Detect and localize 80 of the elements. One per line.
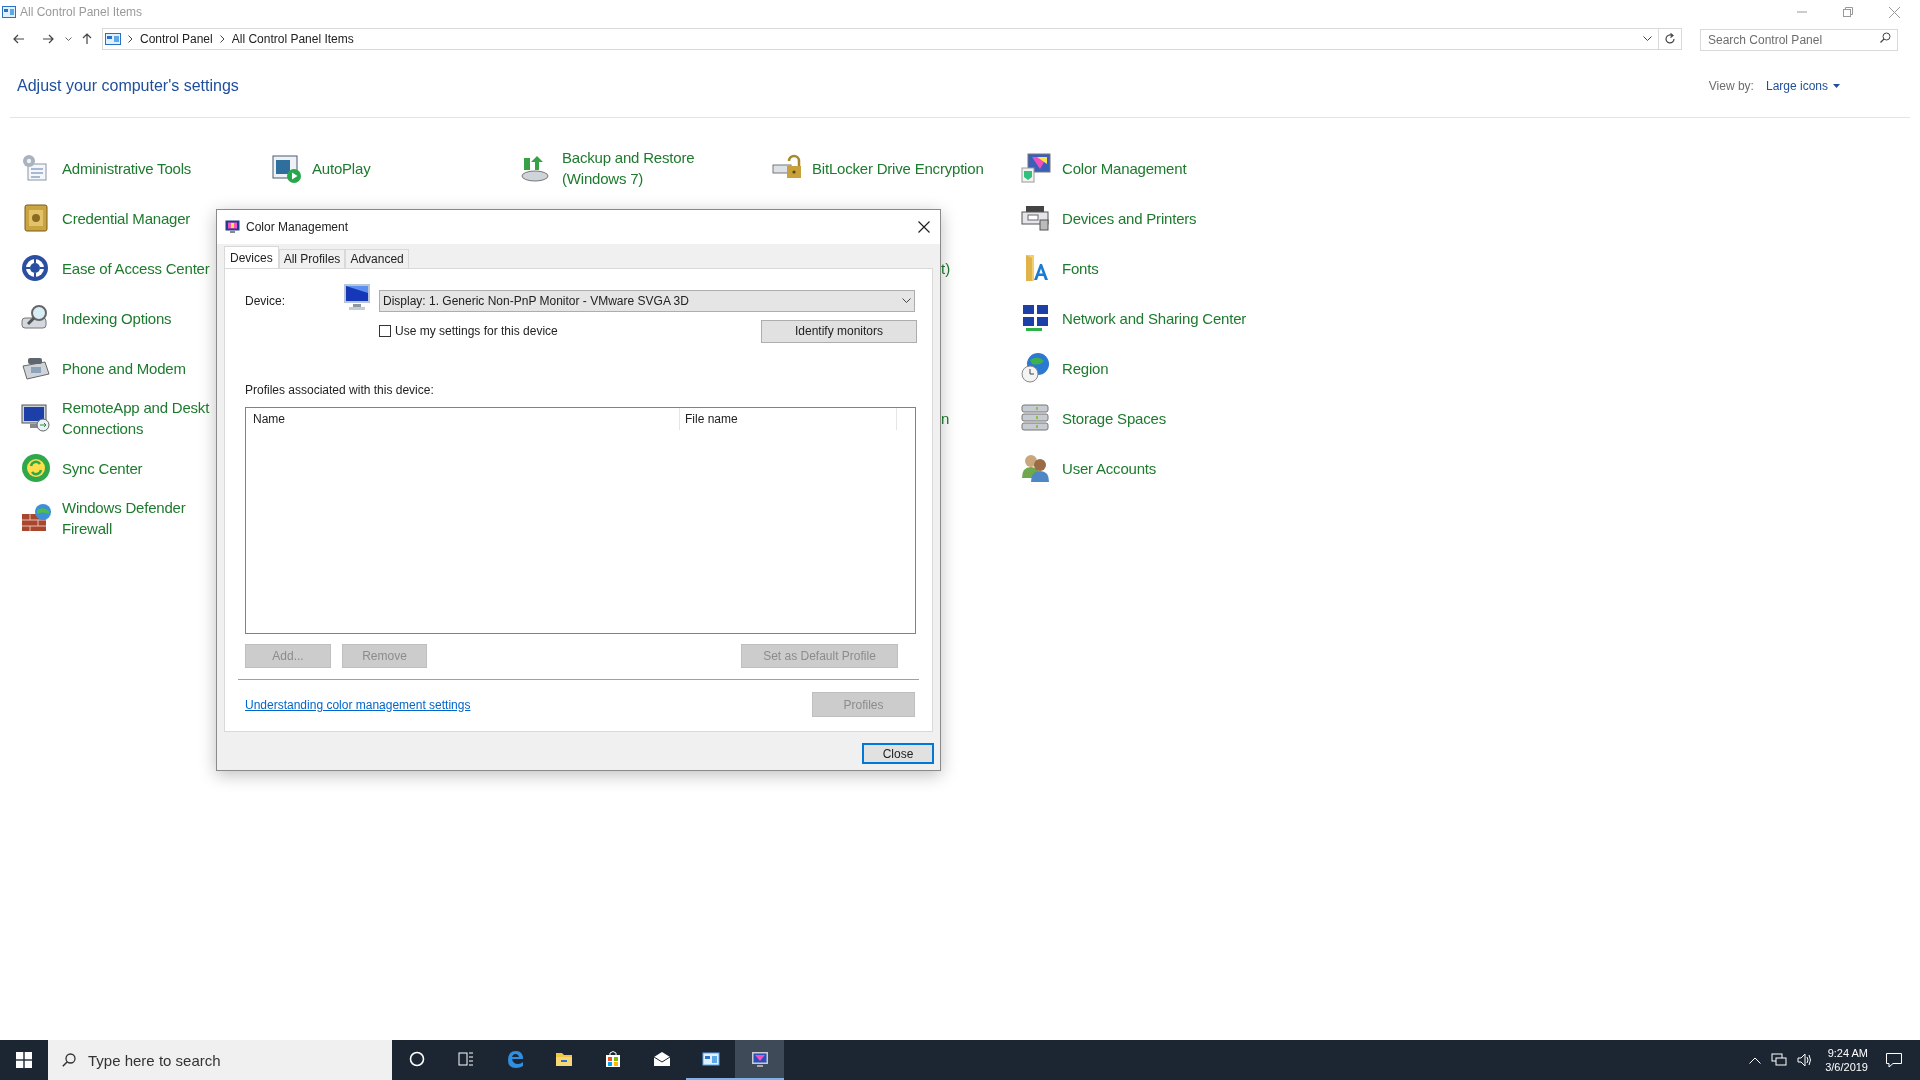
- address-bar[interactable]: Control Panel All Control Panel Items: [102, 28, 1682, 50]
- control-panel-item-link[interactable]: Ease of Access Center: [62, 257, 210, 279]
- volume-icon[interactable]: [1797, 1053, 1814, 1067]
- control-panel-item-link[interactable]: Region: [1062, 357, 1109, 379]
- forward-arrow-icon[interactable]: [42, 34, 54, 44]
- globe-clock-icon: [1020, 352, 1052, 384]
- clock-date[interactable]: 3/6/2019: [1825, 1060, 1868, 1074]
- restore-icon[interactable]: [1843, 7, 1853, 17]
- refresh-icon[interactable]: [1664, 33, 1676, 45]
- sync-icon: [20, 452, 52, 484]
- column-header[interactable]: Name: [246, 408, 680, 430]
- tab[interactable]: Devices: [224, 246, 279, 269]
- chevron-down-icon[interactable]: [65, 36, 72, 42]
- breadcrumb[interactable]: Control Panel: [140, 30, 213, 48]
- column-header[interactable]: File name: [680, 408, 897, 430]
- clock-time[interactable]: 9:24 AM: [1827, 1046, 1868, 1060]
- tab[interactable]: All Profiles: [278, 249, 346, 268]
- chevron-up-icon[interactable]: [1749, 1056, 1762, 1064]
- chevron-right-icon: [128, 35, 133, 43]
- monitor-icon: [1020, 152, 1052, 184]
- item-label: n: [941, 409, 950, 429]
- breadcrumb[interactable]: All Control Panel Items: [231, 30, 354, 48]
- control-panel-item-link[interactable]: Storage Spaces: [1062, 407, 1166, 429]
- back-arrow-icon[interactable]: [13, 34, 25, 44]
- control-panel-icon: [700, 1049, 721, 1069]
- device-dropdown[interactable]: Display: 1. Generic Non-PnP Monitor - VMware SVGA 3D: [379, 290, 915, 312]
- control-panel-item-link[interactable]: Indexing Options: [62, 307, 172, 329]
- chevron-down-icon[interactable]: [1643, 36, 1652, 42]
- device-label: Device:: [245, 293, 286, 310]
- close-icon[interactable]: [918, 221, 930, 233]
- page-heading: Adjust your computer's settings: [17, 75, 239, 96]
- control-panel-icon: [105, 33, 121, 45]
- view-by-label: View by:: [1708, 77, 1754, 95]
- brick-wall-icon: [20, 502, 52, 534]
- close-button[interactable]: Close: [862, 743, 934, 764]
- control-panel-item-link[interactable]: User Accounts: [1062, 457, 1157, 479]
- control-panel-item-link[interactable]: RemoteApp and Deskt Connections: [62, 397, 218, 439]
- envelope-icon: [651, 1049, 672, 1069]
- chevron-right-icon: [219, 35, 225, 43]
- task-view-icon: [455, 1049, 476, 1069]
- control-panel-item-link[interactable]: BitLocker Drive Encryption: [812, 157, 984, 179]
- monitor-icon: [343, 283, 371, 311]
- caret-icon: [1833, 83, 1840, 88]
- control-panel-item-link[interactable]: Credential Manager: [62, 207, 191, 229]
- search-field[interactable]: Search Control Panel: [1700, 29, 1898, 51]
- network-icon[interactable]: [1771, 1053, 1788, 1067]
- control-panel-item-link[interactable]: AutoPlay: [312, 157, 371, 179]
- view-dropdown[interactable]: Large icons: [1765, 76, 1840, 95]
- windows-logo-icon: [16, 1052, 32, 1068]
- control-panel-item-link[interactable]: Fonts: [1062, 257, 1099, 279]
- dialog-title: Color Management: [246, 219, 349, 236]
- window-title: All Control Panel Items: [20, 4, 143, 21]
- search-icon: [62, 1053, 76, 1067]
- control-panel-item-link[interactable]: Devices and Printers: [1062, 207, 1197, 229]
- search-icon: [1880, 32, 1891, 43]
- control-panel-icon: [2, 6, 16, 18]
- profiles-label: Profiles associated with this device:: [245, 382, 434, 399]
- play-icon: [270, 152, 302, 184]
- control-panel-item-link[interactable]: Backup and Restore (Windows 7): [562, 147, 752, 189]
- tab[interactable]: Advanced: [345, 249, 409, 268]
- notification-icon[interactable]: [1886, 1052, 1902, 1068]
- control-panel-item-link[interactable]: Administrative Tools: [62, 157, 192, 179]
- item-label: t): [941, 259, 951, 279]
- taskbar-search-field[interactable]: Type here to search: [48, 1040, 392, 1080]
- checkbox-label: Use my settings for this device: [395, 323, 558, 340]
- monitor-icon: [225, 220, 240, 234]
- drives-icon: [1020, 402, 1052, 434]
- control-panel-item-link[interactable]: Sync Center: [62, 457, 143, 479]
- monitor-icon: [749, 1049, 770, 1069]
- help-link[interactable]: Understanding color management settings: [245, 695, 471, 714]
- control-panel-item-link[interactable]: Network and Sharing Center: [1062, 307, 1247, 329]
- chevron-down-icon: [902, 298, 911, 304]
- control-panel-item-link[interactable]: Color Management: [1062, 157, 1187, 179]
- control-panel-item-link[interactable]: Windows Defender Firewall: [62, 497, 218, 539]
- identify-monitors-button[interactable]: Identify monitors: [761, 319, 917, 343]
- users-icon: [1020, 452, 1052, 484]
- up-arrow-icon[interactable]: [82, 33, 92, 45]
- control-panel-item-link[interactable]: Phone and Modem: [62, 357, 186, 379]
- checkbox[interactable]: [379, 325, 391, 337]
- monitor-icon: [20, 402, 52, 434]
